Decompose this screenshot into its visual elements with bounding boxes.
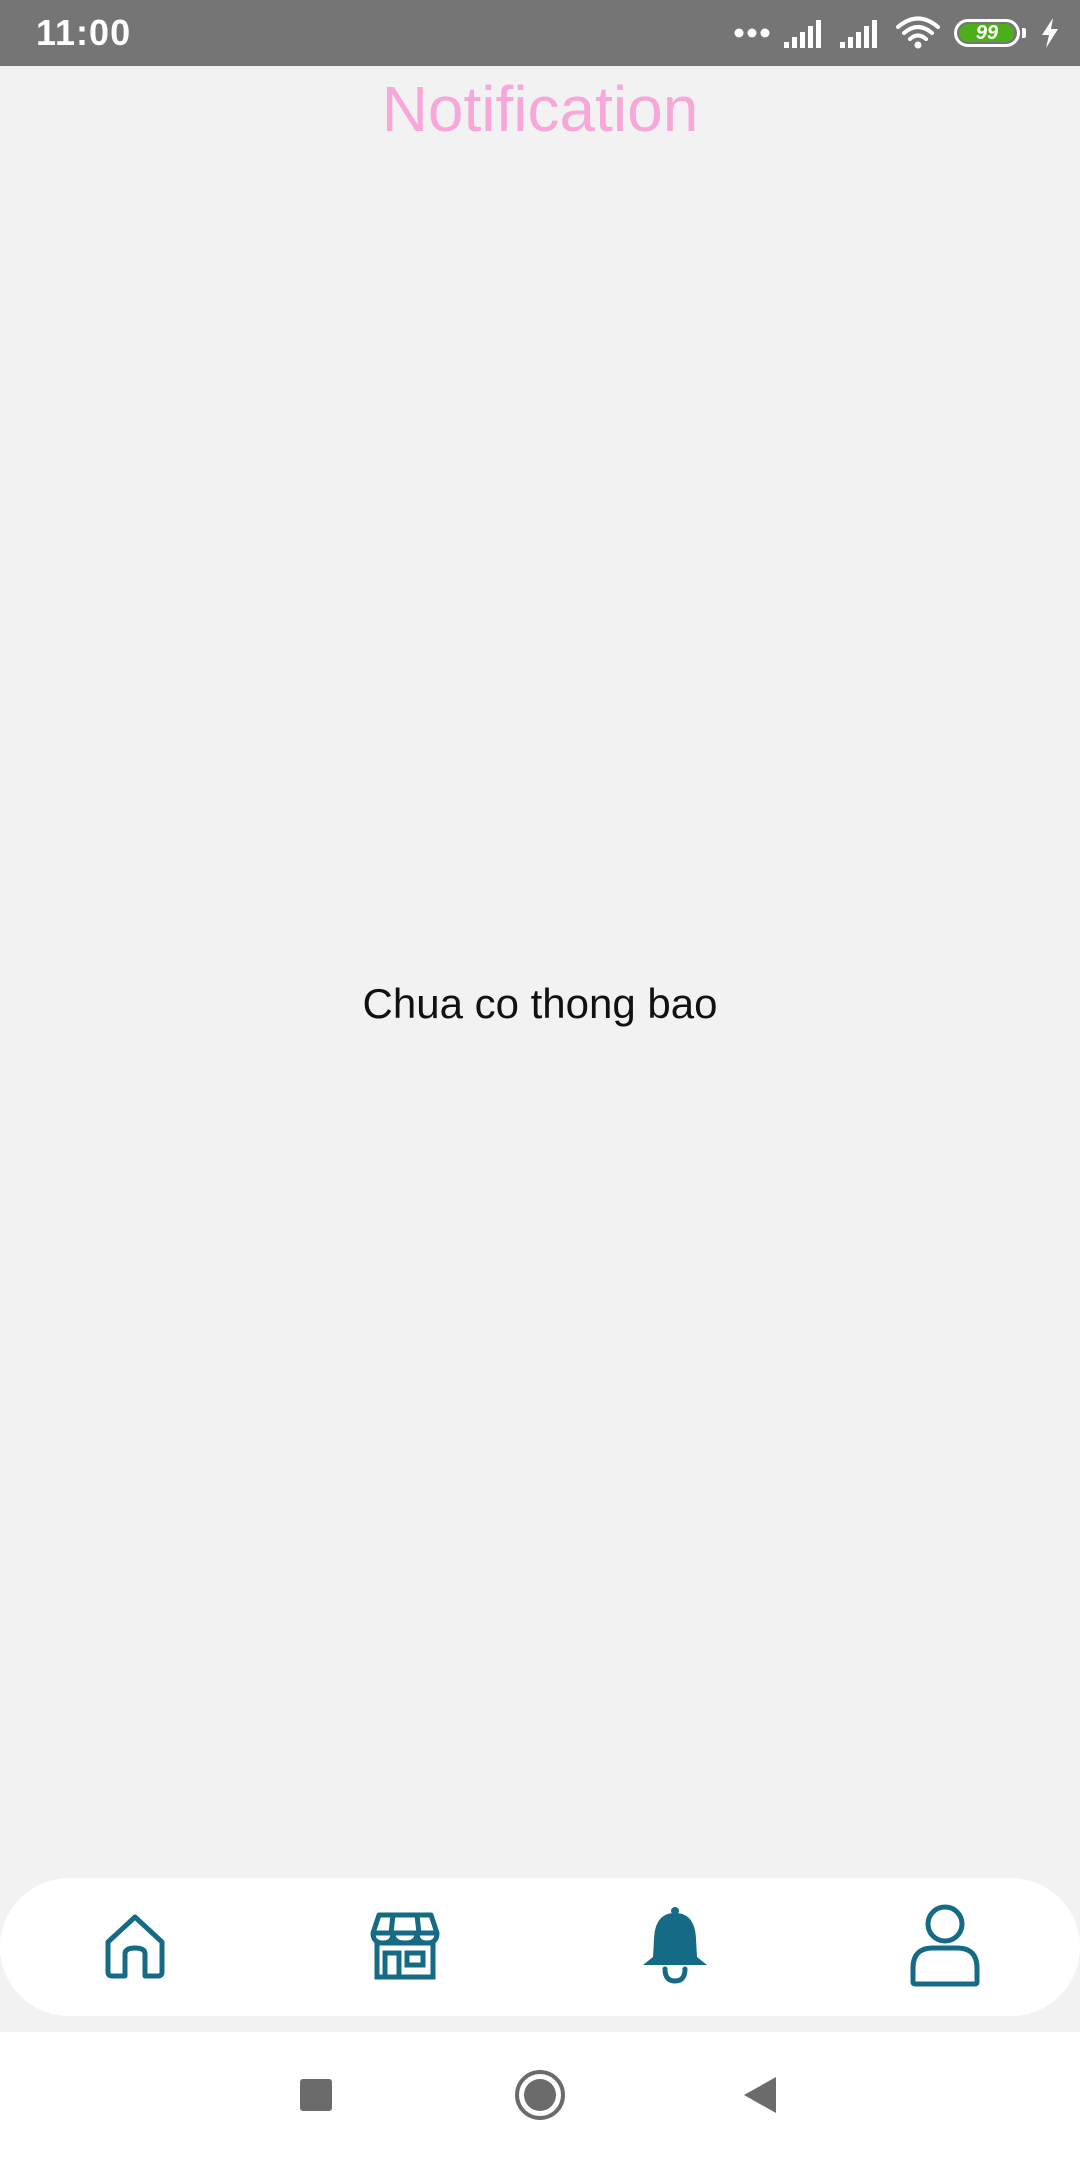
wifi-icon	[896, 16, 940, 50]
home-circle-icon	[514, 2069, 566, 2126]
more-dots-icon	[734, 28, 770, 38]
user-icon	[907, 1902, 983, 1993]
back-button[interactable]	[725, 2062, 795, 2132]
bottom-navigation	[0, 1878, 1080, 2016]
status-icons: 99	[734, 12, 1060, 54]
store-icon	[369, 1909, 441, 1986]
signal-icon	[840, 18, 882, 48]
battery-icon: 99	[954, 19, 1026, 47]
nav-notifications-button[interactable]	[620, 1892, 730, 2002]
bell-icon	[639, 1905, 711, 1990]
empty-notifications-message: Chua co thong bao	[362, 980, 718, 1027]
back-icon	[742, 2075, 778, 2120]
recents-button[interactable]	[281, 2062, 351, 2132]
nav-home-button[interactable]	[80, 1892, 190, 2002]
home-icon	[100, 1910, 170, 1985]
signal-icon	[784, 18, 826, 48]
charging-icon	[1040, 17, 1060, 49]
recents-icon	[299, 2078, 333, 2117]
nav-store-button[interactable]	[350, 1892, 460, 2002]
battery-level-text: 99	[975, 21, 999, 44]
system-home-button[interactable]	[505, 2062, 575, 2132]
system-navigation-bar	[0, 2032, 1080, 2160]
status-time: 11:00	[36, 12, 132, 53]
nav-profile-button[interactable]	[890, 1892, 1000, 2002]
page-title: Notification	[381, 73, 699, 145]
status-bar: 11:00 99	[0, 0, 1080, 66]
